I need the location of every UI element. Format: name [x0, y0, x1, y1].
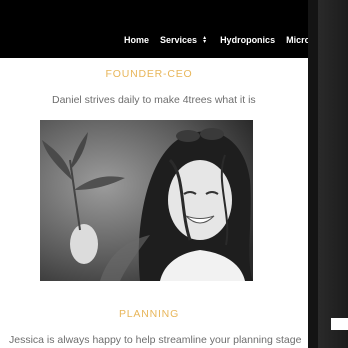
team-member-description: Jessica is always happy to help streamli… [9, 334, 302, 346]
side-panel-block [331, 318, 348, 330]
nav-services-link[interactable]: Services ▴ ▾ [160, 35, 209, 45]
team-role-title: PLANNING [118, 308, 180, 320]
nav-home-link[interactable]: Home [124, 35, 149, 45]
main-nav: Home Services ▴ ▾ Hydroponics Micro C [124, 33, 330, 47]
dropdown-caret-icon: ▴ ▾ [203, 35, 207, 45]
nav-home-label: Home [124, 35, 150, 45]
top-navigation-bar: Home Services ▴ ▾ Hydroponics Micro C [0, 0, 348, 58]
side-panel-strip [318, 0, 348, 348]
portrait-photo-icon [40, 120, 253, 281]
team-role-title: FOUNDER-CEO [105, 68, 193, 80]
team-member-description: Daniel strives daily to make 4trees what… [52, 94, 256, 106]
nav-hydroponics-link[interactable]: Hydroponics [220, 35, 275, 45]
nav-hydroponics-label: Hydroponics [220, 35, 276, 45]
team-section: FOUNDER-CEO Daniel strives daily to make… [0, 58, 308, 348]
nav-services-label: Services [160, 35, 198, 45]
team-member-photo [40, 120, 253, 281]
